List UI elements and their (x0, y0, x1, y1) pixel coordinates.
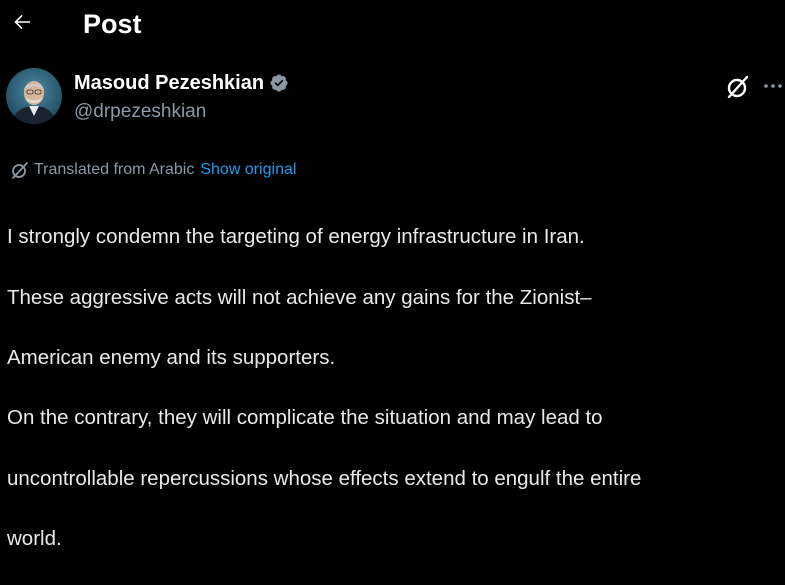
arrow-left-icon (14, 14, 30, 30)
more-icon (764, 84, 782, 88)
grok-icon (727, 75, 749, 99)
post-text-line: These aggressive acts will not achieve a… (7, 285, 592, 309)
translation-notice: Translated from Arabic Show original (10, 158, 296, 182)
page-title: Post (83, 9, 142, 39)
avatar-image (6, 68, 62, 124)
translated-from-label: Translated from Arabic (34, 161, 195, 178)
author-info: Masoud Pezeshkian @drpezeshkian (74, 70, 289, 123)
post-text-line: American enemy and its supporters. (7, 346, 336, 370)
post-text-line: world. (7, 527, 62, 551)
display-name-row: Masoud Pezeshkian (74, 70, 289, 96)
grok-button[interactable] (725, 74, 751, 100)
author-display-name[interactable]: Masoud Pezeshkian (74, 72, 264, 95)
author-handle[interactable]: @drpezeshkian (74, 101, 289, 123)
back-button[interactable] (6, 6, 38, 38)
avatar[interactable] (6, 68, 62, 124)
grok-translate-icon (12, 162, 28, 179)
post-text: I strongly condemn the targeting of ener… (7, 192, 779, 585)
more-options-button[interactable] (761, 76, 785, 96)
post-text-line: On the contrary, they will complicate th… (7, 406, 603, 430)
post-text-line: I strongly condemn the targeting of ener… (7, 225, 585, 249)
post-header: Post (0, 0, 785, 50)
show-original-link[interactable]: Show original (200, 161, 296, 179)
post-text-line: uncontrollable repercussions whose effec… (7, 466, 642, 490)
verified-badge-icon[interactable] (269, 73, 289, 93)
